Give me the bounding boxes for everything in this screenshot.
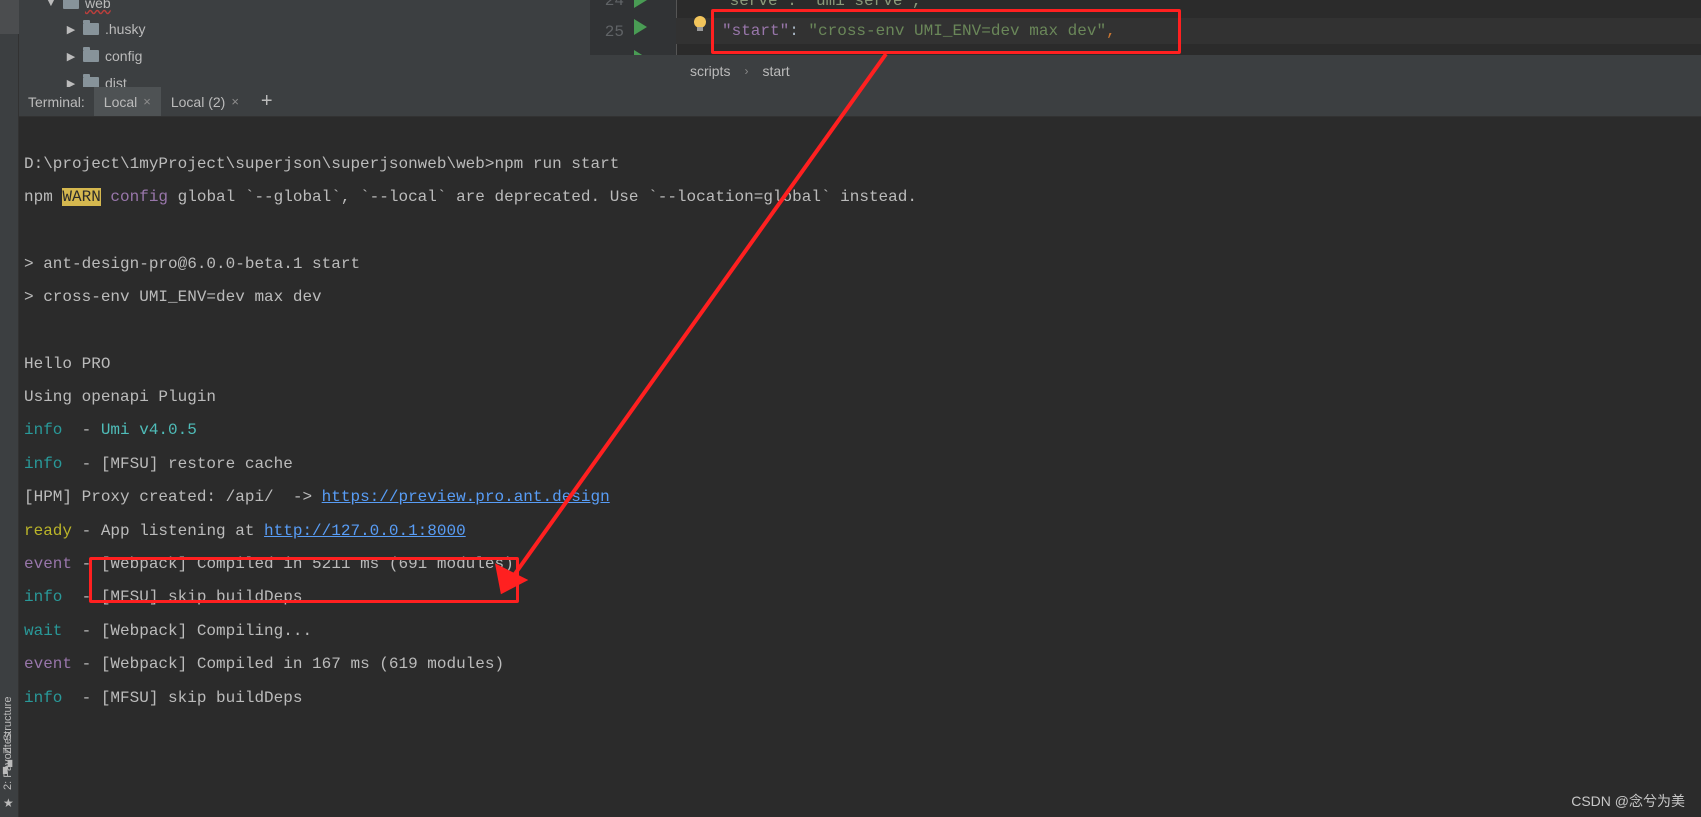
terminal-line: ready - App listening at http://127.0.0.… [24, 522, 466, 540]
terminal-output[interactable]: D:\project\1myProject\superjson\superjso… [19, 118, 1701, 817]
tab-label: Local (2) [170, 93, 226, 110]
left-tool-stripe: ▞ Z: Structure ★ 2: Favorites [0, 0, 19, 817]
log-level-tag: ready [24, 522, 73, 540]
tree-item-dist[interactable]: ▶ dist [63, 72, 127, 87]
log-text: [HPM] Proxy created: /api/ -> [24, 488, 322, 506]
terminal-line: > ant-design-pro@6.0.0-beta.1 start [24, 255, 361, 273]
warn-message: global `--global`, `--local` are depreca… [168, 188, 917, 206]
line-number: 25 [604, 23, 624, 41]
breadcrumb-item-start[interactable]: start [762, 63, 789, 79]
terminal-line: info - Umi v4.0.5 [24, 421, 197, 439]
terminal-label: Terminal: [28, 93, 85, 110]
log-text: - [MFSU] skip buildDeps [62, 689, 303, 707]
config-tag: config [100, 188, 169, 206]
annotation-box-start-script [711, 9, 1181, 54]
log-text: - [Webpack] Compiling... [62, 622, 313, 640]
proxy-link[interactable]: https://preview.pro.ant.design [322, 488, 610, 506]
terminal-line: [HPM] Proxy created: /api/ -> https://pr… [24, 488, 610, 506]
annotation-box-app-listening [89, 557, 519, 603]
tree-item-config[interactable]: ▶ config [63, 45, 142, 67]
star-icon: ★ [3, 796, 14, 810]
chevron-down-icon[interactable]: ▼ [43, 0, 59, 9]
log-level-tag: wait [24, 622, 63, 640]
add-tab-button[interactable]: + [249, 87, 285, 116]
log-level-tag: info [24, 455, 63, 473]
folder-icon [83, 20, 99, 35]
folder-icon [83, 47, 99, 62]
tree-item-web[interactable]: ▼ web [43, 0, 111, 14]
log-level-tag: info [24, 421, 63, 439]
log-level-tag: event [24, 555, 73, 573]
folder-icon [83, 74, 99, 87]
log-text: - [Webpack] Compiled in 167 ms (619 modu… [72, 655, 505, 673]
project-tool-button[interactable] [0, 0, 19, 34]
log-level-tag: info [24, 588, 63, 606]
watermark: CSDN @念兮为美 [1571, 793, 1685, 809]
chevron-right-icon[interactable]: ▶ [63, 50, 79, 63]
run-script-icon[interactable] [634, 19, 647, 35]
tab-local[interactable]: Local × [93, 87, 161, 116]
terminal-line: npm WARN config global `--global`, `--lo… [24, 188, 917, 206]
tree-item-husky[interactable]: ▶ .husky [63, 18, 145, 40]
terminal-line: info - [MFSU] restore cache [24, 455, 293, 473]
tree-item-label: config [105, 48, 143, 64]
lightbulb-icon[interactable] [694, 16, 706, 32]
breadcrumb: scripts › start [590, 55, 1701, 87]
terminal-line: info - [MFSU] skip buildDeps [24, 689, 302, 707]
npm-prefix: npm [24, 188, 63, 206]
tab-local-2[interactable]: Local (2) × [161, 87, 249, 116]
log-dash: - [62, 421, 101, 439]
warn-badge: WARN [62, 188, 101, 206]
tab-label: Local [103, 93, 138, 110]
terminal-line: Using openapi Plugin [24, 388, 217, 406]
tree-item-label: dist [105, 75, 127, 87]
favorites-label: 2: Favorites [2, 732, 14, 790]
run-script-icon[interactable] [634, 0, 647, 8]
tree-item-label: .husky [105, 21, 146, 37]
log-text: - [MFSU] restore cache [62, 455, 293, 473]
tree-item-label: web [85, 0, 111, 11]
favorites-tool-button[interactable]: ★ 2: Favorites [0, 700, 19, 817]
terminal-tab-bar: Terminal: Local × Local (2) × + [19, 87, 1701, 117]
folder-icon [63, 0, 79, 9]
terminal-line: D:\project\1myProject\superjson\superjso… [24, 155, 620, 173]
terminal-line: wait - [Webpack] Compiling... [24, 622, 312, 640]
chevron-right-icon: › [744, 64, 749, 78]
terminal-line: > cross-env UMI_ENV=dev max dev [24, 288, 322, 306]
line-number: 24 [604, 0, 624, 10]
close-icon[interactable]: × [143, 94, 151, 109]
project-tree: ▼ web ▶ .husky ▶ config ▶ dist [19, 0, 590, 87]
chevron-right-icon[interactable]: ▶ [63, 77, 79, 88]
close-icon[interactable]: × [231, 94, 239, 109]
log-level-tag: event [24, 655, 73, 673]
chevron-right-icon[interactable]: ▶ [63, 23, 79, 36]
editor-gutter: 24 25 [590, 0, 676, 55]
terminal-line: event - [Webpack] Compiled in 167 ms (61… [24, 655, 504, 673]
log-text: Umi v4.0.5 [100, 421, 197, 439]
breadcrumb-item-scripts[interactable]: scripts [690, 63, 730, 79]
log-level-tag: info [24, 689, 63, 707]
terminal-line: Hello PRO [24, 355, 111, 373]
log-text: - App listening at [72, 522, 265, 540]
localhost-link[interactable]: http://127.0.0.1:8000 [264, 522, 466, 540]
